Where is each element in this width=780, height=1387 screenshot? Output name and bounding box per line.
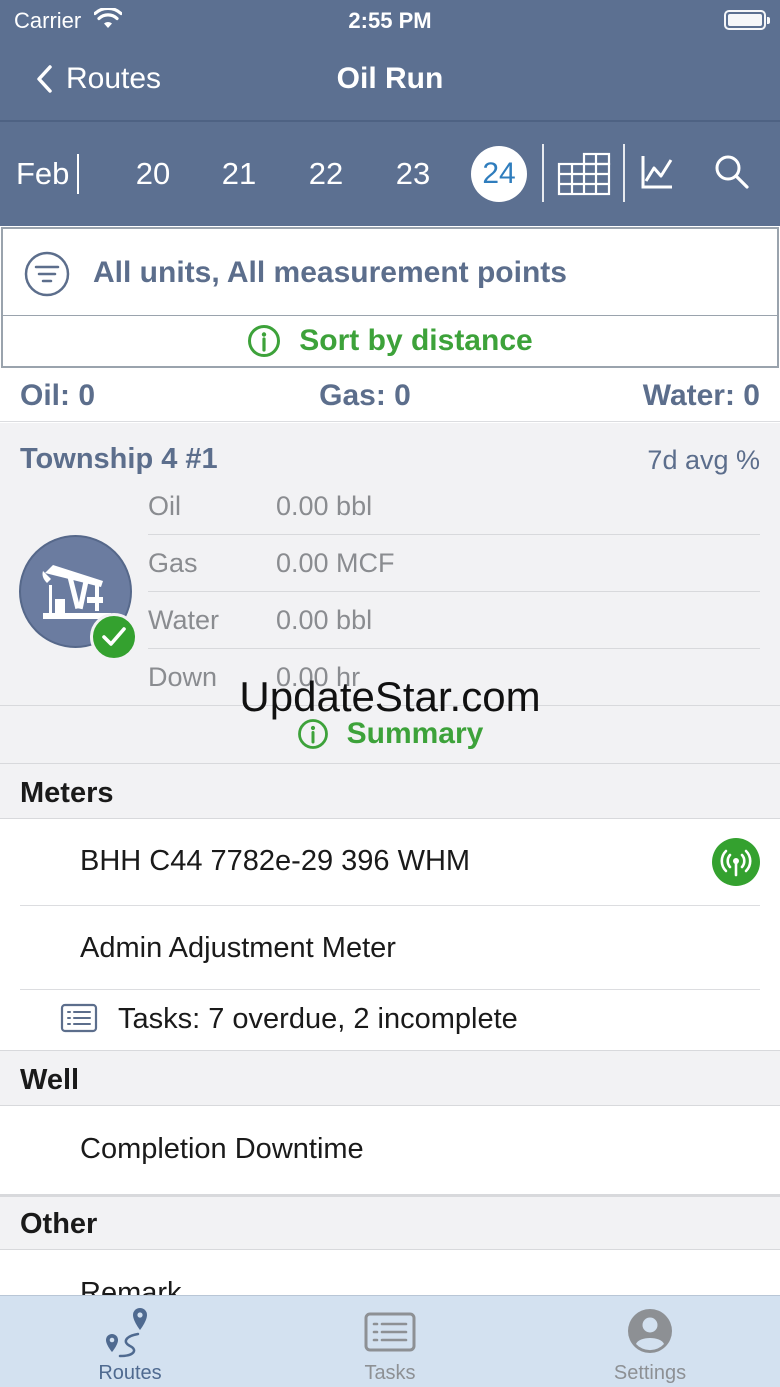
signal-icon — [712, 838, 760, 886]
day-21[interactable]: 21 — [209, 156, 269, 192]
header: Carrier 2:55 PM Routes Oil Run Feb 20 21… — [0, 0, 780, 226]
metric-value: 0.00 MCF — [276, 548, 395, 578]
date-bar: Feb 20 21 22 23 24 — [0, 122, 780, 226]
metric-label: Oil — [148, 491, 181, 521]
list-item-other[interactable]: Remark — [0, 1250, 780, 1295]
grid-view-icon[interactable] — [556, 152, 612, 204]
total-gas: Gas: 0 — [319, 379, 411, 412]
tab-routes[interactable]: Routes — [30, 1296, 230, 1387]
search-icon[interactable] — [714, 154, 750, 198]
well-item-name: Completion Downtime — [80, 1133, 364, 1165]
filter-icon — [23, 250, 71, 303]
list-item-meter[interactable]: Admin Adjustment Meter — [0, 906, 780, 990]
check-icon — [90, 613, 138, 661]
meter-name: Admin Adjustment Meter — [80, 932, 396, 964]
meter-name: BHH C44 7782e-29 396 WHM — [80, 845, 471, 877]
metric-row-gas: Gas 0.00 MCF — [148, 535, 760, 592]
person-icon — [550, 1308, 750, 1354]
metric-value: 0.00 bbl — [276, 605, 373, 635]
scroll-indicator — [77, 154, 79, 194]
month-label[interactable]: Feb — [16, 156, 69, 192]
status-bar: Carrier 2:55 PM — [0, 0, 780, 40]
battery-icon — [724, 10, 770, 30]
info-icon — [297, 719, 328, 749]
metric-row-water: Water 0.00 bbl — [148, 592, 760, 649]
tasks-summary: Tasks: 7 overdue, 2 incomplete — [118, 1003, 518, 1035]
tab-label: Settings — [613, 1362, 687, 1384]
day-20[interactable]: 20 — [123, 156, 183, 192]
summary-button[interactable]: Summary — [0, 717, 780, 755]
clock: 2:55 PM — [348, 8, 432, 33]
tasks-list-icon — [290, 1312, 490, 1352]
page-title: Oil Run — [336, 62, 444, 95]
tab-tasks[interactable]: Tasks — [290, 1296, 490, 1387]
divider — [623, 144, 625, 202]
day-23[interactable]: 23 — [383, 156, 443, 192]
unit-name: Township 4 #1 — [20, 443, 218, 475]
metric-row-oil: Oil 0.00 bbl — [148, 478, 760, 535]
metric-label: Water — [148, 605, 220, 635]
info-icon — [248, 325, 281, 357]
list-item-meter[interactable]: BHH C44 7782e-29 396 WHM — [0, 819, 780, 906]
chart-icon[interactable] — [640, 154, 674, 198]
tab-label: Tasks — [364, 1362, 416, 1384]
watermark: UpdateStar.com — [239, 673, 541, 720]
total-water: Water: 0 — [642, 379, 760, 412]
section-header-other: Other — [0, 1194, 780, 1250]
list-item-well[interactable]: Completion Downtime — [0, 1106, 780, 1194]
tasks-row[interactable]: Tasks: 7 overdue, 2 incomplete — [0, 990, 780, 1050]
navigation-bar: Routes Oil Run — [0, 40, 780, 120]
day-selected[interactable]: 24 — [471, 146, 527, 202]
day-22[interactable]: 22 — [296, 156, 356, 192]
metric-label: Gas — [148, 548, 198, 578]
tab-bar: Routes Tasks Settings — [0, 1295, 780, 1387]
totals-bar: Oil: 0 Gas: 0 Water: 0 — [0, 368, 780, 422]
section-header-meters: Meters — [0, 763, 780, 819]
avg-label: 7d avg % — [647, 445, 760, 475]
divider — [542, 144, 544, 202]
metric-value: 0.00 bbl — [276, 491, 373, 521]
section-header-well: Well — [0, 1050, 780, 1106]
summary-label: Summary — [346, 717, 484, 750]
filter-button[interactable]: All units, All measurement points — [1, 227, 779, 316]
filter-label: All units, All measurement points — [93, 256, 567, 289]
route-icon — [30, 1306, 230, 1362]
other-item-name: Remark — [80, 1277, 182, 1295]
unit-card[interactable]: Township 4 #1 7d avg % Oil 0.00 bbl Gas … — [0, 423, 780, 763]
tasks-list-icon — [60, 1003, 98, 1041]
sort-button[interactable]: Sort by distance — [1, 316, 779, 368]
tab-label: Routes — [98, 1362, 162, 1384]
sort-label: Sort by distance — [299, 324, 533, 357]
tab-settings[interactable]: Settings — [550, 1296, 750, 1387]
